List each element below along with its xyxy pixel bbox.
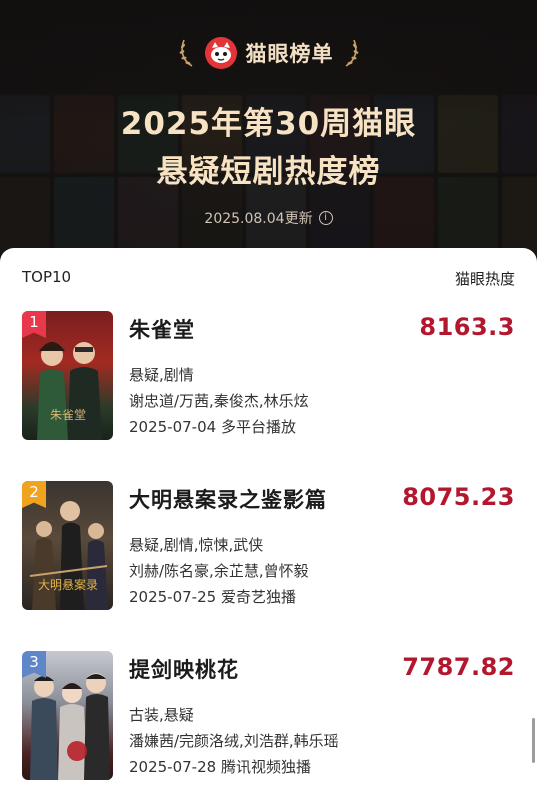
brand-bar: 猫眼榜单 bbox=[0, 36, 537, 70]
laurel-left-icon bbox=[179, 39, 192, 67]
poster-image[interactable]: 朱雀堂 1 bbox=[22, 311, 113, 440]
ranking-card: TOP10 猫眼热度 朱雀堂 1 朱雀堂 8163.3 悬疑,剧情 谢忠道/万茜… bbox=[0, 248, 537, 801]
drama-title[interactable]: 大明悬案录之鉴影篇 bbox=[129, 484, 327, 514]
top10-label: TOP10 bbox=[22, 268, 72, 286]
genre-text: 悬疑,剧情,惊悚,武侠 bbox=[129, 536, 264, 554]
genre-text: 悬疑,剧情 bbox=[129, 366, 194, 384]
release-text: 2025-07-04 多平台播放 bbox=[129, 418, 296, 436]
brand-title: 猫眼榜单 bbox=[245, 42, 334, 66]
ranking-item[interactable]: 3 提剑映桃花 7787.82 古装,悬疑 潘嫌茜/完颜洛绒,刘浩群,韩乐瑶 2… bbox=[22, 651, 517, 781]
ranking-item[interactable]: 朱雀堂 1 朱雀堂 8163.3 悬疑,剧情 谢忠道/万茜,秦俊杰,林乐炫 20… bbox=[22, 311, 517, 441]
poster-image[interactable]: 大明悬案录 2 bbox=[22, 481, 113, 610]
cast-text: 刘赫/陈名豪,余芷慧,曾怀毅 bbox=[129, 562, 309, 580]
heat-score: 8075.23 bbox=[402, 483, 515, 511]
update-info: 2025.08.04更新 i bbox=[0, 208, 537, 228]
release-text: 2025-07-25 爱奇艺独播 bbox=[129, 588, 296, 606]
ranking-header: TOP10 猫眼热度 bbox=[22, 268, 515, 289]
cast-text: 潘嫌茜/完颜洛绒,刘浩群,韩乐瑶 bbox=[129, 732, 339, 750]
heat-score: 8163.3 bbox=[419, 313, 515, 341]
hero-header: 猫眼榜单 2025年第30周猫眼 悬疑短剧热度榜 2025.08.04更新 i bbox=[0, 0, 537, 275]
genre-text: 古装,悬疑 bbox=[129, 706, 194, 724]
release-text: 2025-07-28 腾讯视频独播 bbox=[129, 758, 311, 776]
heat-score: 7787.82 bbox=[402, 653, 515, 681]
update-timestamp: 2025.08.04更新 bbox=[204, 211, 313, 227]
svg-text:朱雀堂: 朱雀堂 bbox=[50, 408, 86, 422]
info-icon[interactable]: i bbox=[318, 211, 333, 225]
ranking-item[interactable]: 大明悬案录 2 大明悬案录之鉴影篇 8075.23 悬疑,剧情,惊悚,武侠 刘赫… bbox=[22, 481, 517, 611]
maoyan-cat-logo-icon bbox=[204, 37, 237, 69]
heat-label: 猫眼热度 bbox=[454, 270, 515, 288]
page-title: 2025年第30周猫眼 悬疑短剧热度榜 bbox=[0, 100, 537, 196]
title-line-1: 2025年第30周猫眼 bbox=[120, 106, 417, 142]
title-line-2: 悬疑短剧热度榜 bbox=[156, 154, 381, 190]
laurel-right-icon bbox=[345, 39, 358, 67]
svg-text:大明悬案录: 大明悬案录 bbox=[38, 577, 98, 592]
scrollbar[interactable] bbox=[532, 718, 535, 763]
drama-title[interactable]: 提剑映桃花 bbox=[129, 654, 239, 684]
drama-title[interactable]: 朱雀堂 bbox=[129, 314, 195, 344]
cast-text: 谢忠道/万茜,秦俊杰,林乐炫 bbox=[129, 392, 309, 410]
poster-image[interactable]: 3 bbox=[22, 651, 113, 780]
